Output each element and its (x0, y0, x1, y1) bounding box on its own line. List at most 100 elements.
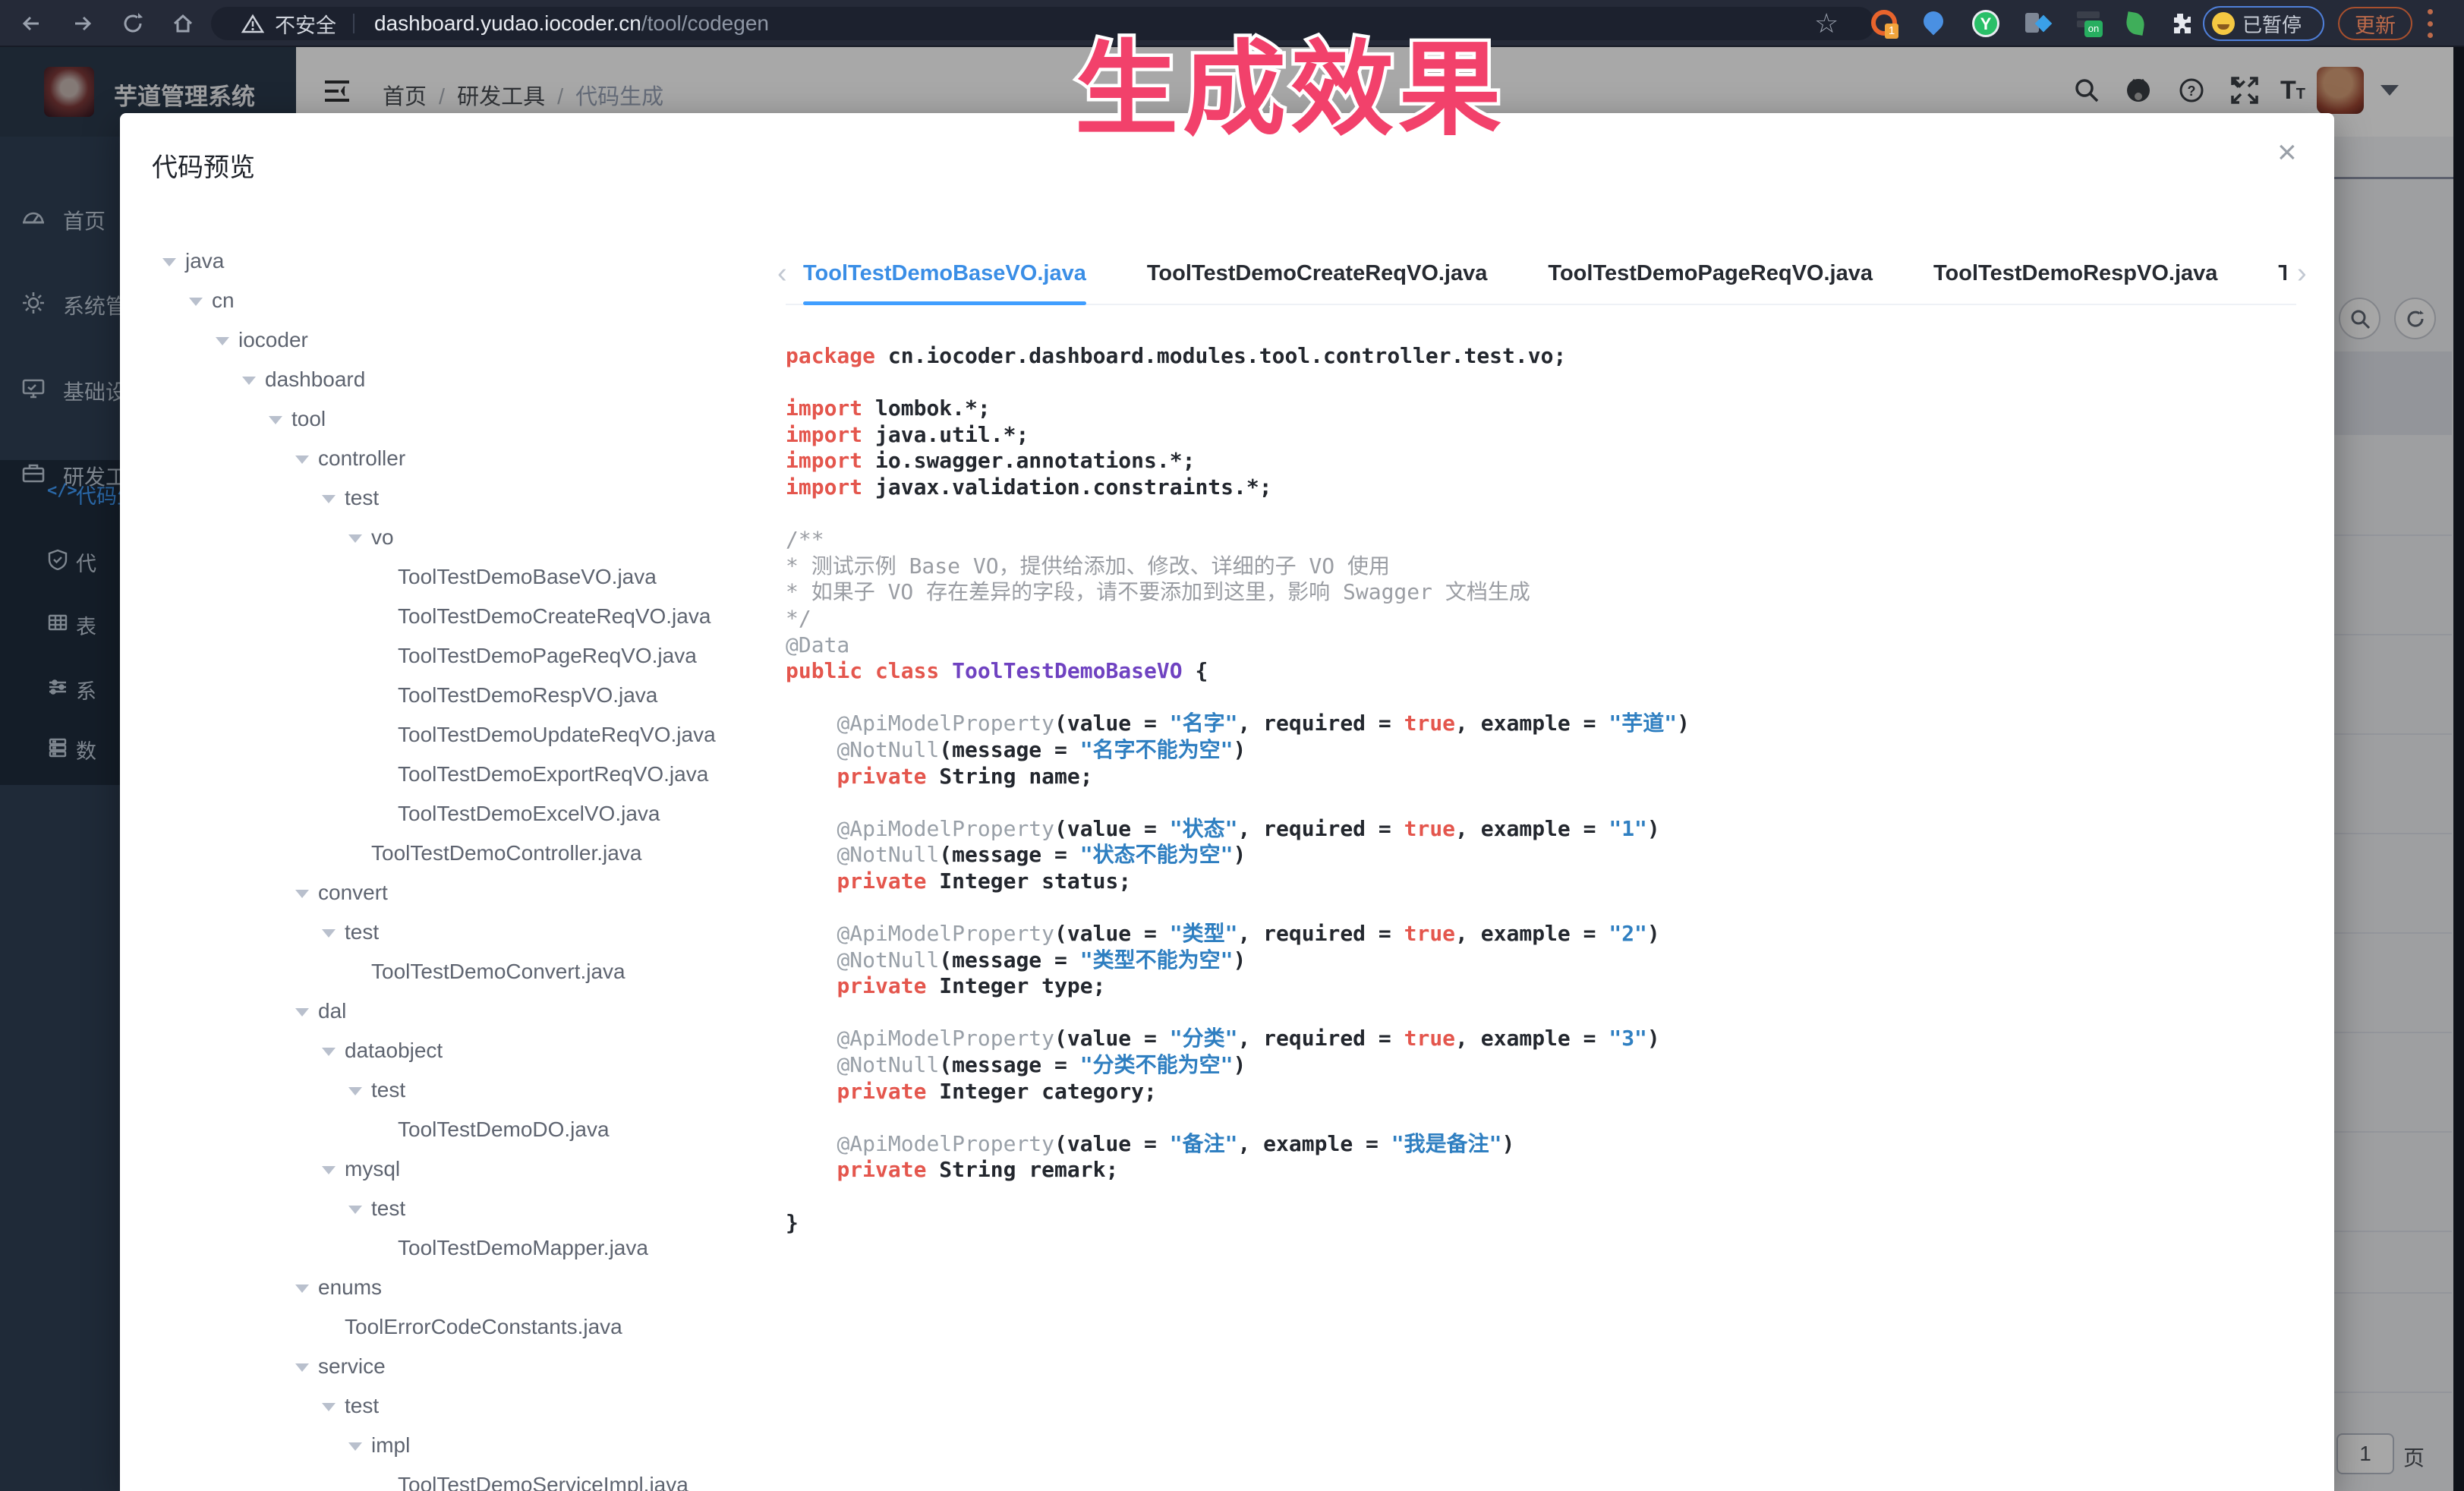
tree-folder-node[interactable]: impl (162, 1426, 785, 1465)
caret-down-icon[interactable] (322, 914, 345, 954)
tree-folder-node[interactable]: test (162, 1189, 785, 1228)
tree-folder-node[interactable]: cn (162, 281, 785, 320)
tree-file-node[interactable]: ToolTestDemoBaseVO.java (162, 557, 785, 597)
tree-folder-node[interactable]: enums (162, 1268, 785, 1307)
file-tab[interactable]: ToolTestDemoPageReqVO.java (1548, 252, 1873, 305)
code-line: @NotNull(message = "状态不能为空") (786, 842, 2304, 868)
tree-node-label: ToolTestDemoBaseVO.java (398, 565, 657, 588)
caret-down-icon[interactable] (322, 1032, 345, 1072)
caret-down-icon[interactable] (295, 440, 318, 480)
caret-down-icon[interactable] (348, 1427, 371, 1467)
profile-emoji-icon (2212, 12, 2235, 35)
tree-folder-node[interactable]: java (162, 241, 785, 281)
code-line: /** (786, 527, 2304, 553)
tree-folder-node[interactable]: test (162, 478, 785, 518)
reload-icon[interactable] (120, 11, 146, 36)
caret-down-icon[interactable] (189, 282, 212, 322)
tree-file-node[interactable]: ToolTestDemoMapper.java (162, 1228, 785, 1268)
file-tab[interactable]: ToolTestDemoCreateReqVO.java (1147, 252, 1488, 305)
extension-y-icon[interactable]: Y (1972, 10, 1999, 37)
not-secure-warning-icon[interactable] (241, 14, 264, 33)
extension-squares-icon[interactable] (2024, 10, 2051, 37)
caret-down-icon[interactable] (242, 361, 265, 401)
browser-scrollbar[interactable] (2453, 47, 2464, 1491)
caret-down-icon[interactable] (295, 1269, 318, 1309)
extension-leaf-icon[interactable] (2122, 10, 2150, 37)
profile-paused-pill[interactable]: 已暂停 (2203, 6, 2324, 41)
caret-down-icon[interactable] (269, 401, 291, 440)
tree-file-node[interactable]: ToolTestDemoPageReqVO.java (162, 636, 785, 676)
extension-on-badge: on (2084, 20, 2103, 37)
bookmark-star-icon[interactable]: ☆ (1814, 8, 1840, 33)
tree-file-node[interactable]: ToolTestDemoController.java (162, 834, 785, 873)
tree-folder-node[interactable]: dashboard (162, 360, 785, 399)
code-line: import javax.validation.constraints.*; (786, 474, 2304, 501)
tree-node-label: test (371, 1196, 405, 1220)
code-line: @Data (786, 632, 2304, 659)
caret-down-icon[interactable] (295, 1348, 318, 1388)
tree-file-node[interactable]: ToolErrorCodeConstants.java (162, 1307, 785, 1347)
home-icon[interactable] (170, 11, 196, 36)
tree-folder-node[interactable]: dataobject (162, 1031, 785, 1070)
browser-update-button[interactable]: 更新 (2338, 7, 2412, 40)
tree-file-node[interactable]: ToolTestDemoUpdateReqVO.java (162, 715, 785, 755)
file-tab[interactable]: ToolTestDemoBaseVO.java (803, 252, 1086, 305)
close-icon[interactable]: × (2277, 136, 2297, 169)
tree-folder-node[interactable]: iocoder (162, 320, 785, 360)
code-line (786, 790, 2304, 816)
file-tab[interactable]: ToolTestDemoRespVO.java (1933, 252, 2217, 305)
tree-folder-node[interactable]: convert (162, 873, 785, 913)
tabs-scroll-right-icon[interactable]: › (2297, 259, 2307, 288)
file-tab-label: ToolTestDemoPageReqVO.java (1548, 261, 1873, 285)
code-line: @ApiModelProperty(value = "名字", required… (786, 711, 2304, 737)
code-line: @NotNull(message = "分类不能为空") (786, 1052, 2304, 1079)
tree-folder-node[interactable]: test (162, 1386, 785, 1426)
extension-tampermonkey-icon[interactable]: on (2075, 10, 2103, 37)
tree-file-node[interactable]: ToolTestDemoServiceImpl.java (162, 1465, 785, 1491)
tree-file-node[interactable]: ToolTestDemoExcelVO.java (162, 794, 785, 834)
caret-down-icon[interactable] (322, 1388, 345, 1427)
caret-down-icon[interactable] (348, 1190, 371, 1230)
caret-down-icon[interactable] (348, 519, 371, 559)
url-path[interactable]: /tool/codegen (641, 11, 769, 36)
tree-folder-node[interactable]: tool (162, 399, 785, 439)
screen: 不安全 dashboard.yudao.iocoder.cn/tool/code… (0, 0, 2464, 1491)
caret-down-icon[interactable] (322, 480, 345, 519)
tree-file-node[interactable]: ToolTestDemoConvert.java (162, 952, 785, 991)
caret-down-icon[interactable] (322, 1151, 345, 1190)
tree-folder-node[interactable]: test (162, 913, 785, 952)
tree-folder-node[interactable]: dal (162, 991, 785, 1031)
tree-node-label: ToolTestDemoController.java (371, 841, 641, 865)
tree-file-node[interactable]: ToolTestDemoDO.java (162, 1110, 785, 1149)
code-line: private Integer category; (786, 1079, 2304, 1105)
back-icon[interactable] (18, 11, 44, 36)
tabs-scroll-left-icon[interactable]: ‹ (777, 259, 787, 288)
tree-folder-node[interactable]: service (162, 1347, 785, 1386)
caret-down-icon[interactable] (295, 875, 318, 914)
tree-folder-node[interactable]: mysql (162, 1149, 785, 1189)
tree-folder-node[interactable]: controller (162, 439, 785, 478)
caret-down-icon[interactable] (348, 1072, 371, 1111)
code-line: private Integer type; (786, 973, 2304, 1000)
code-line (786, 1000, 2304, 1026)
browser-menu-kebab-icon[interactable] (2428, 9, 2434, 38)
extensions-puzzle-icon[interactable] (2166, 10, 2194, 37)
code-view: package cn.iocoder.dashboard.modules.too… (786, 343, 2304, 1236)
tree-file-node[interactable]: ToolTestDemoCreateReqVO.java (162, 597, 785, 636)
url-host[interactable]: dashboard.yudao.iocoder.cn (374, 11, 641, 36)
caret-down-icon[interactable] (216, 322, 238, 361)
extension-proxy-icon[interactable]: 1 (1871, 10, 1898, 37)
security-label[interactable]: 不安全 (275, 9, 336, 39)
tree-folder-node[interactable]: vo (162, 518, 785, 557)
tree-node-label: iocoder (238, 328, 308, 351)
caret-down-icon[interactable] (295, 993, 318, 1032)
caret-down-icon[interactable] (162, 243, 185, 282)
file-tab[interactable]: ToolTestDemoUpdateReqVO.java (2278, 252, 2286, 305)
tree-folder-node[interactable]: test (162, 1070, 785, 1110)
tree-file-node[interactable]: ToolTestDemoExportReqVO.java (162, 755, 785, 794)
extension-pin-icon[interactable] (1920, 10, 1948, 37)
forward-icon[interactable] (70, 11, 96, 36)
tree-file-node[interactable]: ToolTestDemoRespVO.java (162, 676, 785, 715)
code-line: private Integer status; (786, 868, 2304, 895)
code-line: * 如果子 VO 存在差异的字段，请不要添加到这里，影响 Swagger 文档生… (786, 579, 2304, 606)
